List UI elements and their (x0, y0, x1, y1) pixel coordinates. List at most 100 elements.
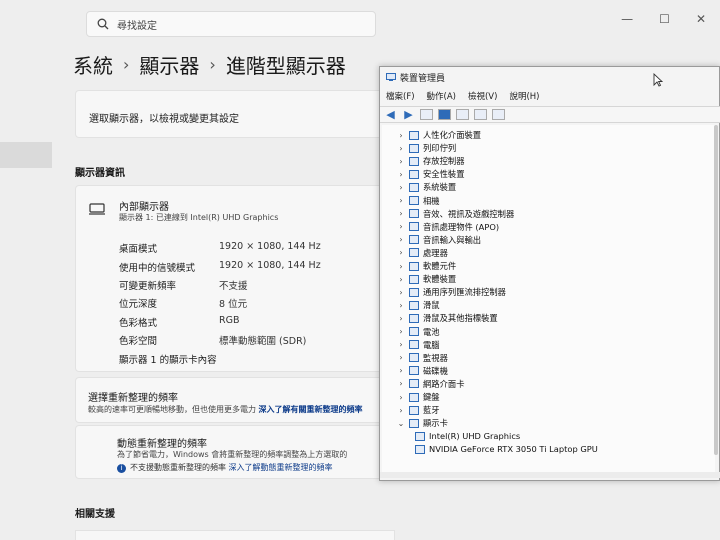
device-manager-menu: 檔案(F) 動作(A) 檢視(V) 說明(H) (386, 90, 539, 102)
menu-file[interactable]: 檔案(F) (386, 90, 415, 102)
chevron-down-icon[interactable]: ⌄ (396, 419, 406, 428)
refresh-rate-card[interactable]: 選擇重新整理的頻率 較高的速率可更順暢地移動，但也使用更多電力 深入了解有關重新… (75, 377, 395, 423)
menu-action[interactable]: 動作(A) (427, 90, 456, 102)
device-category[interactable]: › 軟體元件 (396, 260, 456, 272)
device-item[interactable]: Intel(R) UHD Graphics (412, 430, 520, 442)
scan-hardware-icon[interactable] (492, 109, 505, 120)
forward-arrow-icon[interactable]: ▶ (402, 109, 415, 120)
dynamic-refresh-link[interactable]: 深入了解動態重新整理的頻率 (229, 463, 333, 472)
properties-icon[interactable] (420, 109, 433, 120)
device-category[interactable]: › 處理器 (396, 247, 448, 259)
select-display-card[interactable]: 選取顯示器，以檢視或變更其設定 (75, 90, 395, 138)
device-category[interactable]: ⌄ 顯示卡 (396, 417, 448, 429)
search-input[interactable]: 尋找設定 (86, 11, 376, 37)
chevron-right-icon[interactable]: › (396, 183, 406, 192)
display-adapter-icon (415, 431, 425, 441)
chevron-right-icon[interactable]: › (396, 248, 406, 257)
back-arrow-icon[interactable]: ◀ (384, 109, 397, 120)
mouse-icon (409, 313, 419, 323)
category-label: 滑鼠 (423, 300, 440, 311)
device-label: Intel(R) UHD Graphics (429, 431, 521, 442)
device-category[interactable]: › 藍牙 (396, 404, 439, 416)
chevron-right-icon[interactable]: › (396, 406, 406, 415)
device-category[interactable]: › 存放控制器 (396, 155, 464, 167)
category-label: 處理器 (423, 247, 448, 258)
chevron-right-icon: › (209, 55, 216, 74)
chevron-right-icon[interactable]: › (396, 222, 406, 231)
chevron-right-icon[interactable]: › (396, 196, 406, 205)
chevron-right-icon[interactable]: › (396, 314, 406, 323)
device-category[interactable]: › 系統裝置 (396, 181, 456, 193)
display-adapter-icon (409, 418, 419, 428)
category-label: 系統裝置 (423, 182, 457, 193)
chevron-right-icon[interactable]: › (396, 379, 406, 388)
chevron-right-icon[interactable]: › (396, 262, 406, 271)
chevron-right-icon[interactable]: › (396, 235, 406, 244)
device-category[interactable]: › 滑鼠及其他指標裝置 (396, 312, 497, 324)
breadcrumb: 系統 › 顯示器 › 進階型顯示器 (73, 50, 346, 79)
maximize-button[interactable]: ☐ (659, 12, 670, 26)
dynamic-refresh-card: 動態重新整理的頻率 為了節省電力，Windows 會將重新整理的頻率調整為上方選… (75, 425, 395, 479)
device-category[interactable]: › 通用序列匯流排控制器 (396, 286, 506, 298)
device-category[interactable]: › 軟體裝置 (396, 273, 456, 285)
chevron-right-icon[interactable]: › (396, 301, 406, 310)
search-icon (97, 18, 109, 30)
property-value: 不支援 (219, 281, 248, 292)
device-category[interactable]: › 人性化介面裝置 (396, 129, 481, 141)
dynamic-refresh-title: 動態重新整理的頻率 (117, 439, 207, 450)
refresh-rate-title: 選擇重新整理的頻率 (88, 393, 178, 404)
horizontal-scrollbar[interactable] (380, 472, 720, 478)
device-category[interactable]: › 音訊處理物件 (APO) (396, 221, 499, 233)
print-icon[interactable] (474, 109, 487, 120)
device-category[interactable]: › 安全性裝置 (396, 168, 464, 180)
chevron-right-icon[interactable]: › (396, 340, 406, 349)
chevron-right-icon[interactable]: › (396, 144, 406, 153)
printer-icon (409, 143, 419, 153)
minimize-button[interactable]: — (621, 12, 633, 26)
refresh-rate-link[interactable]: 深入了解有關重新整理的頻率 (259, 405, 363, 414)
menu-view[interactable]: 檢視(V) (468, 90, 497, 102)
chevron-right-icon[interactable]: › (396, 131, 406, 140)
chevron-right-icon[interactable]: › (396, 353, 406, 362)
device-category[interactable]: › 磁碟機 (396, 365, 448, 377)
category-label: 鍵盤 (423, 392, 440, 402)
chevron-right-icon[interactable]: › (396, 209, 406, 218)
settings-titlebar: 尋找設定 — ☐ ✕ (0, 0, 720, 40)
breadcrumb-system[interactable]: 系統 (73, 50, 113, 79)
help-icon[interactable] (438, 109, 451, 120)
device-category[interactable]: › 電腦 (396, 339, 439, 351)
close-button[interactable]: ✕ (696, 12, 706, 26)
property-row: 色彩空間 標準動態範圍 (SDR) (119, 333, 389, 347)
device-category[interactable]: › 音效、視訊及遊戲控制器 (396, 208, 514, 220)
chevron-right-icon[interactable]: › (396, 393, 406, 402)
chevron-right-icon[interactable]: › (396, 157, 406, 166)
property-label: 使用中的信號模式 (119, 263, 196, 274)
details-icon[interactable] (456, 109, 469, 120)
device-category[interactable]: › 滑鼠 (396, 299, 440, 311)
mouse-cursor-icon (653, 73, 663, 87)
device-category[interactable]: › 鍵盤 (396, 391, 440, 403)
device-category[interactable]: › 相機 (396, 195, 439, 207)
device-category[interactable]: › 列印佇列 (396, 142, 456, 154)
chevron-right-icon[interactable]: › (396, 327, 406, 336)
related-support-card[interactable] (75, 530, 395, 540)
breadcrumb-display[interactable]: 顯示器 (139, 50, 199, 79)
vertical-scrollbar[interactable] (714, 125, 718, 455)
menu-help[interactable]: 說明(H) (509, 90, 539, 102)
device-label: NVIDIA GeForce RTX 3050 Ti Laptop GPU (429, 444, 598, 455)
adapter-properties-link[interactable]: 顯示器 1 的顯示卡內容 (119, 352, 389, 366)
page-title: 進階型顯示器 (225, 54, 346, 78)
device-category[interactable]: › 音訊輸入與輸出 (396, 234, 481, 246)
device-category[interactable]: › 網路介面卡 (396, 378, 464, 390)
device-item[interactable]: NVIDIA GeForce RTX 3050 Ti Laptop GPU (412, 443, 598, 455)
sidebar-selected-item[interactable] (0, 142, 52, 168)
chevron-right-icon[interactable]: › (396, 366, 406, 375)
bluetooth-icon (409, 405, 419, 415)
device-category[interactable]: › 電池 (396, 326, 439, 338)
chevron-right-icon[interactable]: › (396, 170, 406, 179)
device-category[interactable]: › 監視器 (396, 352, 448, 364)
category-label: 列印佇列 (423, 143, 457, 154)
category-label: 通用序列匯流排控制器 (423, 287, 506, 298)
chevron-right-icon[interactable]: › (396, 275, 406, 284)
chevron-right-icon[interactable]: › (396, 288, 406, 297)
